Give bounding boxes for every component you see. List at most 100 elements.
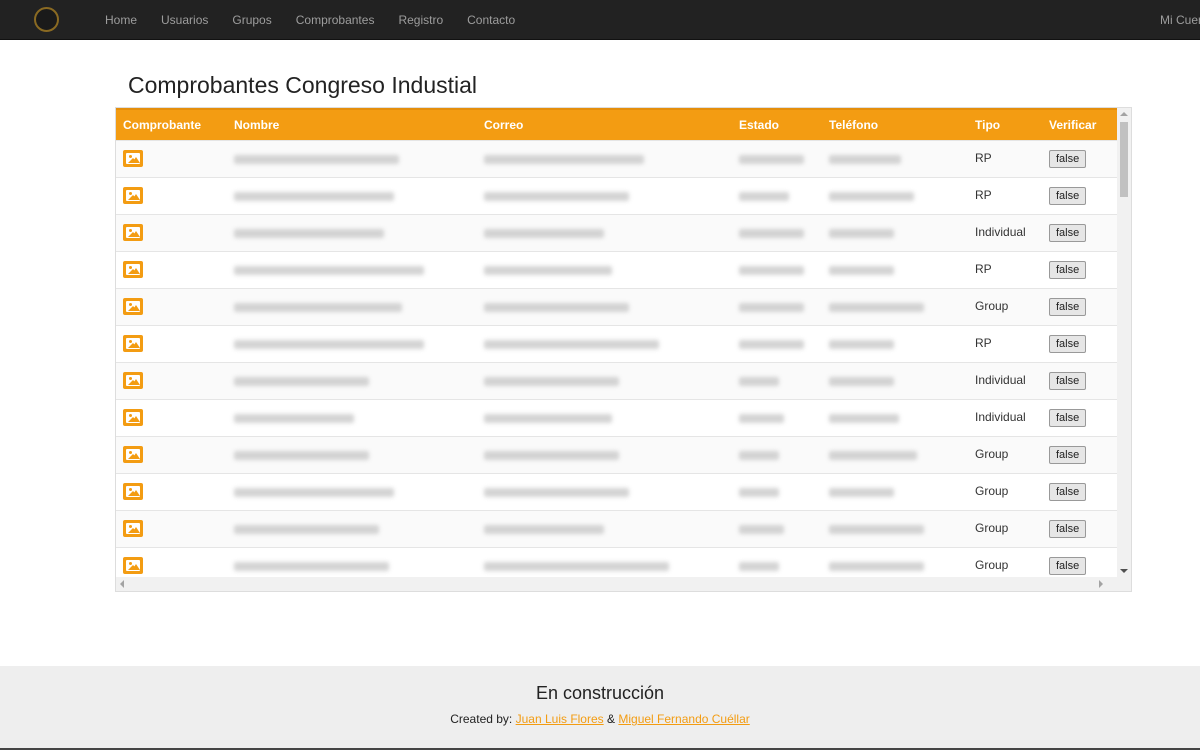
nav-home-link[interactable]: Home	[93, 0, 149, 40]
verify-button[interactable]: false	[1049, 556, 1087, 575]
image-icon[interactable]	[123, 519, 143, 537]
scroll-up-icon[interactable]	[1120, 112, 1128, 116]
verificar-cell: false	[1042, 362, 1118, 399]
image-icon[interactable]	[123, 371, 143, 389]
verificar-cell: false	[1042, 436, 1118, 473]
col-header-estado[interactable]: Estado	[732, 108, 822, 140]
estado-cell	[732, 436, 822, 473]
telefono-cell	[822, 288, 968, 325]
verify-button[interactable]: false	[1049, 260, 1087, 279]
verify-button[interactable]: false	[1049, 445, 1087, 464]
verify-button[interactable]: false	[1049, 482, 1087, 501]
estado-cell	[732, 251, 822, 288]
scroll-left-icon[interactable]	[120, 580, 124, 588]
verificar-cell: false	[1042, 510, 1118, 547]
table-row: RP false	[116, 325, 1118, 362]
table-row: Group false	[116, 473, 1118, 510]
table-scroll-area[interactable]: Comprobante Nombre Correo Estado Teléfon…	[116, 108, 1119, 577]
nombre-cell	[227, 510, 477, 547]
col-header-telefono[interactable]: Teléfono	[822, 108, 968, 140]
comprobante-cell	[116, 325, 227, 362]
estado-cell	[732, 140, 822, 177]
image-icon[interactable]	[123, 334, 143, 352]
nav-registro-link[interactable]: Registro	[386, 0, 455, 40]
verify-button[interactable]: false	[1049, 186, 1087, 205]
nav-contacto-link[interactable]: Contacto	[455, 0, 527, 40]
verify-button[interactable]: false	[1049, 334, 1087, 353]
table-row: Group false	[116, 547, 1118, 577]
comprobante-cell	[116, 436, 227, 473]
estado-cell	[732, 473, 822, 510]
logo-emblem-icon[interactable]	[34, 7, 59, 32]
tipo-cell: RP	[975, 335, 992, 350]
telefono-cell	[822, 547, 968, 577]
tipo-cell: Individual	[975, 224, 1026, 239]
verificar-cell: false	[1042, 473, 1118, 510]
scroll-right-icon[interactable]	[1099, 580, 1103, 588]
nav-usuarios-link[interactable]: Usuarios	[149, 0, 220, 40]
nav-grupos-link[interactable]: Grupos	[220, 0, 283, 40]
estado-cell	[732, 325, 822, 362]
comprobante-cell	[116, 140, 227, 177]
telefono-cell	[822, 325, 968, 362]
navbar: Home Usuarios Grupos Comprobantes Regist…	[0, 0, 1200, 40]
correo-cell	[477, 473, 732, 510]
verificar-cell: false	[1042, 288, 1118, 325]
verify-button[interactable]: false	[1049, 371, 1087, 390]
verify-button[interactable]: false	[1049, 519, 1087, 538]
nav-comprobantes-link[interactable]: Comprobantes	[284, 0, 387, 40]
image-icon[interactable]	[123, 408, 143, 426]
tipo-cell: Group	[975, 446, 1009, 461]
author-link-1[interactable]: Juan Luis Flores	[516, 712, 604, 726]
col-header-tipo[interactable]: Tipo	[968, 108, 1042, 140]
image-icon[interactable]	[123, 556, 143, 574]
verify-button[interactable]: false	[1049, 223, 1087, 242]
col-header-nombre[interactable]: Nombre	[227, 108, 477, 140]
correo-cell	[477, 436, 732, 473]
account-menu: Mi Cuenta	[1160, 0, 1200, 40]
vertical-scrollbar[interactable]	[1117, 108, 1131, 577]
tipo-cell: RP	[975, 150, 992, 165]
telefono-cell	[822, 473, 968, 510]
nombre-cell	[227, 473, 477, 510]
comprobante-cell	[116, 362, 227, 399]
col-header-correo[interactable]: Correo	[477, 108, 732, 140]
nombre-cell	[227, 547, 477, 577]
tipo-cell: Group	[975, 557, 1009, 572]
correo-cell	[477, 510, 732, 547]
col-header-comprobante[interactable]: Comprobante	[116, 108, 227, 140]
estado-cell	[732, 288, 822, 325]
col-header-verificar[interactable]: Verificar	[1042, 108, 1118, 140]
tipo-cell: RP	[975, 187, 992, 202]
vertical-scroll-thumb[interactable]	[1120, 122, 1128, 197]
image-icon[interactable]	[123, 297, 143, 315]
tipo-cell: Individual	[975, 372, 1026, 387]
verificar-cell: false	[1042, 399, 1118, 436]
horizontal-scrollbar[interactable]	[116, 577, 1119, 591]
footer-title: En construcción	[535, 683, 665, 703]
verify-button[interactable]: false	[1049, 149, 1087, 168]
verify-button[interactable]: false	[1049, 297, 1087, 316]
estado-cell	[732, 214, 822, 251]
image-icon[interactable]	[123, 445, 143, 463]
image-icon[interactable]	[123, 482, 143, 500]
scroll-down-icon[interactable]	[1120, 569, 1128, 573]
table-row: RP false	[116, 251, 1118, 288]
author-link-2[interactable]: Miguel Fernando Cuéllar	[618, 712, 749, 726]
image-icon[interactable]	[123, 223, 143, 241]
nav-links: Home Usuarios Grupos Comprobantes Regist…	[93, 0, 527, 40]
image-icon[interactable]	[123, 260, 143, 278]
comprobante-cell	[116, 510, 227, 547]
table-row: Group false	[116, 510, 1118, 547]
verificar-cell: false	[1042, 251, 1118, 288]
correo-cell	[477, 325, 732, 362]
verify-button[interactable]: false	[1049, 408, 1087, 427]
correo-cell	[477, 214, 732, 251]
comprobantes-table: Comprobante Nombre Correo Estado Teléfon…	[116, 108, 1118, 577]
estado-cell	[732, 177, 822, 214]
image-icon[interactable]	[123, 149, 143, 167]
account-link[interactable]: Mi Cuenta	[1160, 0, 1200, 40]
image-icon[interactable]	[123, 186, 143, 204]
verificar-cell: false	[1042, 214, 1118, 251]
telefono-cell	[822, 510, 968, 547]
